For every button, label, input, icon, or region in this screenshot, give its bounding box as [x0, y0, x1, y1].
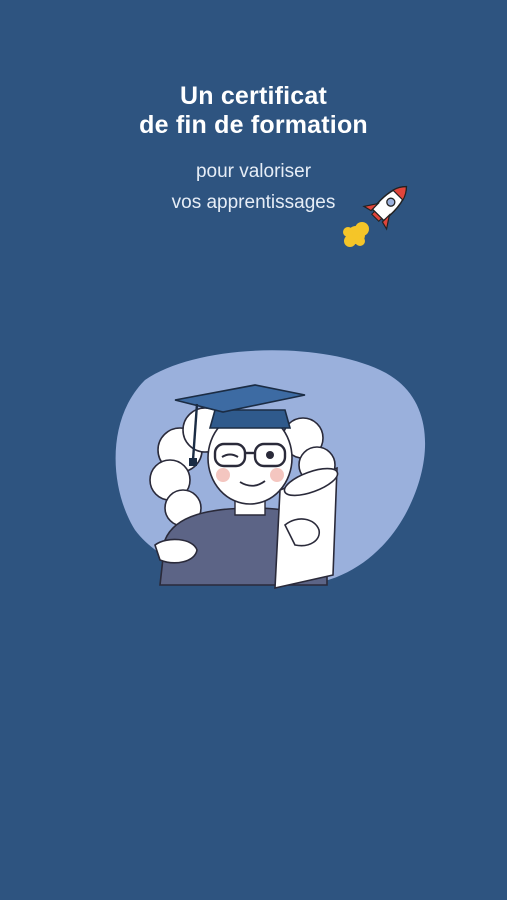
hand-left: [154, 538, 198, 564]
subheadline: pour valoriser vos apprentissages: [0, 156, 507, 218]
eye-open: [266, 451, 274, 459]
rocket-icon: [343, 185, 408, 247]
rocket-body: [362, 185, 408, 231]
subheadline-line-1: pour valoriser: [195, 161, 312, 182]
headline-line-1: Un certificat: [179, 82, 328, 110]
headline: Un certificat de fin de formation: [0, 82, 507, 140]
rocket-flame: [343, 222, 369, 247]
graduate-illustration: [115, 350, 426, 590]
headline-line-2: de fin de formation: [139, 111, 368, 139]
cheek-left: [216, 468, 230, 482]
subheadline-line-2: vos apprentissages: [171, 192, 336, 213]
cheek-right: [270, 468, 284, 482]
